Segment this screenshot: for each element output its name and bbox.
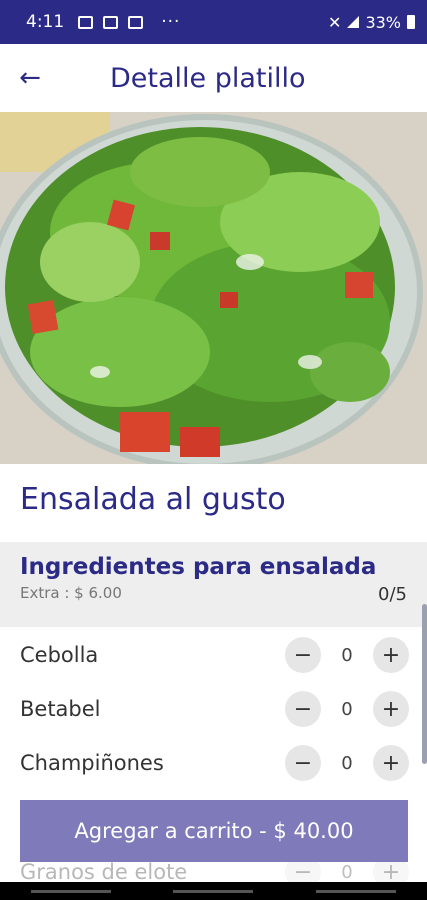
battery-icon <box>407 15 415 29</box>
nav-recents-button[interactable] <box>31 889 112 893</box>
add-to-cart-button[interactable]: Agregar a carrito - $ 40.00 <box>20 800 408 862</box>
quantity-value: 0 <box>341 698 353 720</box>
selection-count: 0/5 <box>378 584 407 605</box>
ingredient-label: Betabel <box>20 697 101 721</box>
ingredients-section-header: Ingredientes para ensalada Extra : $ 6.0… <box>0 542 427 627</box>
battery-percent: 33% <box>365 12 401 32</box>
page-title: Detalle platillo <box>110 62 306 94</box>
increment-button[interactable]: + <box>373 637 409 673</box>
gallery-icon <box>78 15 94 29</box>
app-bar: ← Detalle platillo <box>0 44 427 112</box>
quantity-stepper: − 0 + <box>285 745 409 781</box>
status-notification-icons: ··· <box>78 12 180 32</box>
decrement-button[interactable]: − <box>285 745 321 781</box>
signal-icon <box>347 16 360 28</box>
ingredient-row: Champiñones − 0 + <box>0 736 427 790</box>
quantity-value: 0 <box>341 644 353 666</box>
ingredient-row: Cebolla − 0 + <box>0 628 427 682</box>
message-icon <box>128 15 144 29</box>
back-button[interactable]: ← <box>0 44 60 112</box>
system-nav-bar <box>0 882 427 900</box>
ingredient-label: Champiñones <box>20 751 164 775</box>
status-time: 4:11 <box>26 12 65 32</box>
ingredient-row: Betabel − 0 + <box>0 682 427 736</box>
laptop-icon <box>103 15 119 29</box>
extra-price: Extra : $ 6.00 <box>20 584 122 602</box>
quantity-stepper: − 0 + <box>285 691 409 727</box>
status-bar: 4:11 ··· ✕ 33% <box>0 0 427 44</box>
status-right: ✕ 33% <box>328 13 415 32</box>
nav-back-button[interactable] <box>315 889 396 893</box>
scroll-indicator[interactable] <box>422 604 427 764</box>
ingredient-label: Granos de elote <box>20 860 188 884</box>
dish-name: Ensalada al gusto <box>20 482 286 517</box>
decrement-button[interactable]: − <box>285 691 321 727</box>
quantity-stepper: − 0 + <box>285 637 409 673</box>
increment-button[interactable]: + <box>373 745 409 781</box>
dish-image <box>0 112 427 464</box>
salad-illustration <box>0 112 427 464</box>
arrow-back-icon: ← <box>19 63 41 93</box>
section-title: Ingredientes para ensalada <box>20 554 377 580</box>
quantity-value: 0 <box>341 861 353 883</box>
ingredient-label: Cebolla <box>20 643 99 667</box>
decrement-button[interactable]: − <box>285 637 321 673</box>
section-meta: Extra : $ 6.00 0/5 <box>20 584 407 605</box>
nav-home-button[interactable] <box>173 889 254 893</box>
increment-button[interactable]: + <box>373 691 409 727</box>
more-dots-icon: ··· <box>161 12 181 32</box>
mute-icon: ✕ <box>328 12 342 32</box>
quantity-value: 0 <box>341 752 353 774</box>
